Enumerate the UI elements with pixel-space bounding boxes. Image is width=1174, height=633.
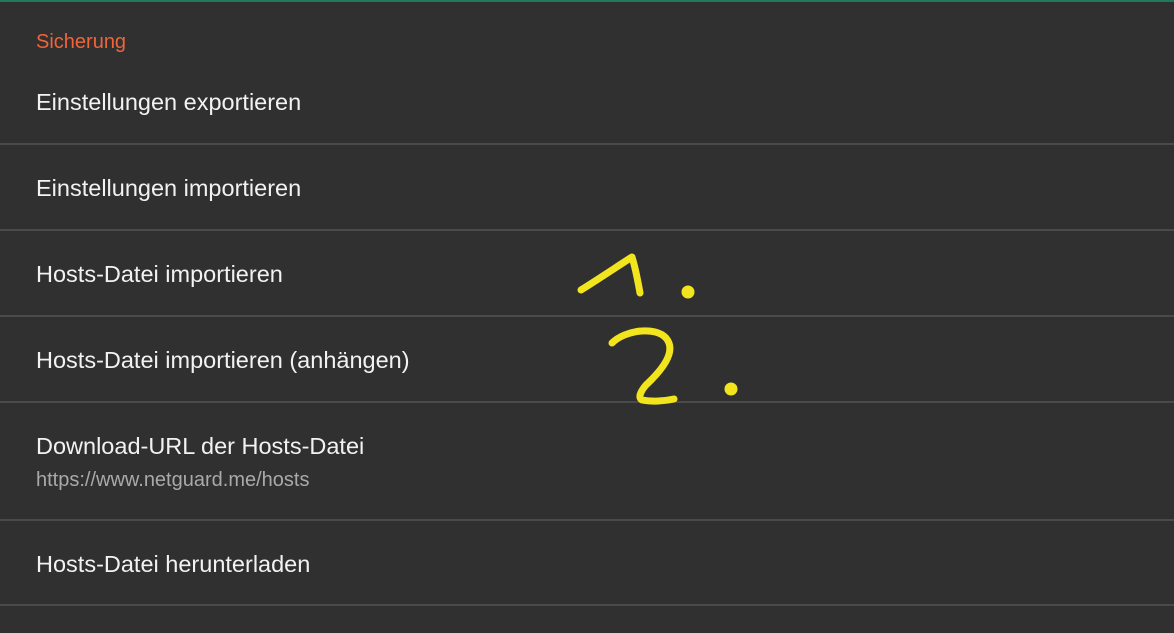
pref-title: Download-URL der Hosts-Datei [36, 433, 365, 459]
pref-title: Einstellungen exportieren [36, 89, 302, 115]
pref-hosts-download-url[interactable]: Download-URL der Hosts-Datei https://www… [0, 403, 1174, 519]
pref-import-hosts-append[interactable]: Hosts-Datei importieren (anhängen) [0, 317, 1174, 401]
pref-import-hosts[interactable]: Hosts-Datei importieren [0, 231, 1174, 315]
divider [0, 604, 1174, 606]
pref-title: Hosts-Datei herunterladen [36, 551, 311, 577]
pref-summary-url: https://www.netguard.me/hosts [36, 469, 310, 491]
pref-export-settings[interactable]: Einstellungen exportieren [0, 60, 1174, 144]
section-header-sicherung: Sicherung [36, 31, 127, 53]
pref-title: Hosts-Datei importieren [36, 261, 283, 287]
pref-download-hosts[interactable]: Hosts-Datei herunterladen [0, 521, 1174, 605]
pref-title: Hosts-Datei importieren (anhängen) [36, 347, 410, 373]
top-accent-bar [0, 0, 1174, 2]
pref-title: Einstellungen importieren [36, 175, 302, 201]
pref-import-settings[interactable]: Einstellungen importieren [0, 145, 1174, 229]
